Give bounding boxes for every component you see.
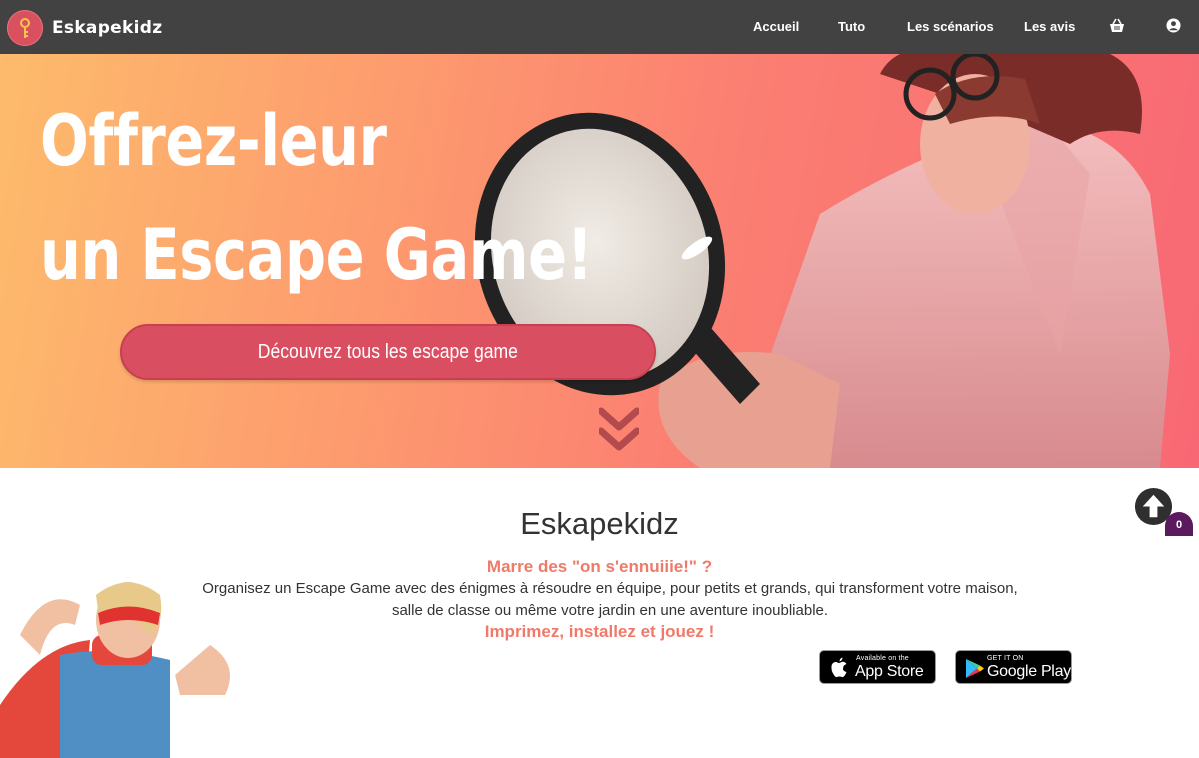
hero-title-line2: un Escape Game! (40, 214, 593, 296)
basket-icon[interactable] (1109, 18, 1125, 39)
nav-avis[interactable]: Les avis (1024, 19, 1075, 34)
superhero-kid-image (0, 582, 230, 758)
cta-label: Découvrez tous les escape game (257, 341, 519, 363)
cart-count-badge[interactable]: 0 (1165, 512, 1193, 536)
key-logo-icon[interactable] (7, 10, 43, 46)
app-store-badge[interactable]: Available on the App Store (819, 650, 936, 684)
app-store-small-text: Available on the (856, 655, 909, 662)
google-play-badge[interactable]: GET IT ON Google Play (955, 650, 1072, 684)
intro-description: Organisez un Escape Game avec des énigme… (190, 578, 1030, 622)
double-chevron-down-icon[interactable] (597, 407, 641, 460)
nav-tuto[interactable]: Tuto (838, 19, 865, 34)
discover-all-games-button[interactable]: Découvrez tous les escape game (120, 324, 656, 380)
apple-icon (831, 657, 847, 678)
intro-title: Eskapekidz (520, 506, 679, 541)
user-circle-icon[interactable] (1166, 18, 1181, 38)
hero-banner: Offrez-leur un Escape Game! Découvrez to… (0, 54, 1199, 468)
brand-name[interactable]: Eskapekidz (52, 18, 162, 38)
hero-title-line1: Offrez-leur (40, 100, 387, 182)
google-play-small-text: GET IT ON (987, 655, 1024, 662)
google-play-icon (966, 659, 984, 678)
nav-accueil[interactable]: Accueil (753, 19, 799, 34)
navbar: Eskapekidz Accueil Tuto Les scénarios Le… (0, 0, 1199, 54)
intro-text-line2: salle de classe ou même votre jardin en … (391, 602, 829, 619)
intro-text-line1: Organisez un Escape Game avec des énigme… (202, 580, 1018, 597)
app-store-big-text: App Store (855, 663, 924, 680)
nav-scenarios[interactable]: Les scénarios (907, 19, 994, 34)
google-play-big-text: Google Play (987, 663, 1071, 680)
